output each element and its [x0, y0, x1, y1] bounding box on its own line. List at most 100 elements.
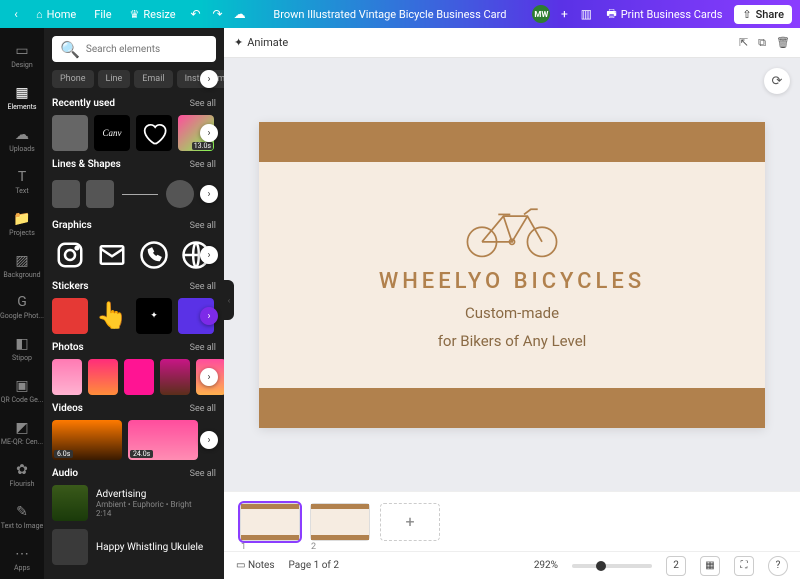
- chip-phone[interactable]: Phone: [52, 70, 94, 88]
- graphics-scroll-right[interactable]: ›: [200, 246, 218, 264]
- recent-thumb[interactable]: Canv: [94, 115, 130, 151]
- text-icon: T: [18, 169, 26, 185]
- graphic-instagram[interactable]: [52, 237, 88, 273]
- section-videos-title: Videos: [52, 403, 83, 414]
- export-icon[interactable]: ⇱: [739, 36, 748, 50]
- recent-thumb[interactable]: [136, 115, 172, 151]
- notes-button[interactable]: ▭ Notes: [236, 560, 275, 571]
- top-bar: ‹ ⌂Home File Resize ↶ ↷ ☁ Brown Illustra…: [0, 0, 800, 28]
- print-button[interactable]: 🖶Print Business Cards: [600, 2, 728, 27]
- section-videos-seeall[interactable]: See all: [190, 404, 216, 414]
- animate-button[interactable]: ✦Animate: [234, 36, 288, 49]
- home-button[interactable]: ⌂Home: [30, 5, 82, 24]
- recent-scroll-right[interactable]: ›: [200, 124, 218, 142]
- business-card[interactable]: WHEELYO BICYCLES Custom-made for Bikers …: [259, 122, 765, 428]
- page-count-button[interactable]: 2: [666, 556, 686, 576]
- tti-icon: ✎: [16, 504, 28, 520]
- chip-scroll-right[interactable]: ›: [200, 70, 218, 88]
- canvas-stage[interactable]: ⟳ WHEELYO BICYCLES Custom-made for Biker…: [224, 58, 800, 491]
- section-graphics-title: Graphics: [52, 220, 92, 231]
- share-button[interactable]: ⇧Share: [734, 5, 792, 24]
- chevron-left-icon[interactable]: ‹: [8, 6, 24, 22]
- section-stickers-seeall[interactable]: See all: [190, 282, 216, 292]
- regenerate-button[interactable]: ⟳: [764, 68, 790, 94]
- stickers-scroll-right[interactable]: ›: [200, 307, 218, 325]
- nav-uploads[interactable]: ☁Uploads: [0, 120, 44, 160]
- nav-design[interactable]: ▭Design: [0, 36, 44, 76]
- avatar[interactable]: MW: [532, 5, 550, 23]
- photo-thumb[interactable]: [160, 359, 190, 395]
- photo-thumb[interactable]: [52, 359, 82, 395]
- document-title[interactable]: Brown Illustrated Vintage Bicycle Busine…: [248, 8, 533, 21]
- section-photos-seeall[interactable]: See all: [190, 343, 216, 353]
- page-thumb-2[interactable]: 2: [310, 503, 370, 541]
- nav-elements[interactable]: ▦ Elements: [0, 78, 44, 118]
- nav-label: Google Phot...: [0, 312, 44, 320]
- resize-button[interactable]: Resize: [124, 5, 182, 24]
- sticker-sparkle[interactable]: ✦: [136, 298, 172, 334]
- search-input[interactable]: [86, 44, 219, 55]
- help-button[interactable]: ?: [768, 556, 788, 576]
- graphic-email[interactable]: [94, 237, 130, 273]
- lines-scroll-right[interactable]: ›: [200, 185, 218, 203]
- audio-duration: 2:14: [96, 509, 192, 518]
- nav-label: Elements: [7, 103, 36, 111]
- add-page-button[interactable]: +: [380, 503, 440, 541]
- graphic-phone[interactable]: [136, 237, 172, 273]
- nav-apps[interactable]: ⋯Apps: [0, 539, 44, 579]
- audio-track[interactable]: AdvertisingAmbient • Euphoric • Bright2:…: [52, 485, 216, 521]
- grid-view-button[interactable]: ▦: [700, 556, 720, 576]
- zoom-slider-handle[interactable]: [596, 561, 606, 571]
- sticker-thumb[interactable]: [52, 298, 88, 334]
- redo-icon[interactable]: ↷: [210, 6, 226, 22]
- video-thumb[interactable]: 6.0s: [52, 420, 122, 460]
- section-lines-seeall[interactable]: See all: [190, 160, 216, 170]
- sticker-pointer[interactable]: 👆: [94, 298, 130, 334]
- photo-thumb[interactable]: [88, 359, 118, 395]
- video-thumb[interactable]: 24.0s: [128, 420, 198, 460]
- page-info: Page 1 of 2: [289, 560, 339, 571]
- chip-line[interactable]: Line: [98, 70, 131, 88]
- nav-me-qr[interactable]: ◩ME-QR: Cen...: [0, 413, 44, 453]
- google-photos-icon: G: [17, 294, 27, 310]
- nav-google-photos[interactable]: G Google Phot...: [0, 288, 44, 328]
- shape-line[interactable]: [120, 176, 160, 212]
- uploads-icon: ☁: [15, 127, 29, 143]
- elements-icon: ▦: [15, 85, 28, 101]
- insights-icon[interactable]: ▥: [578, 6, 594, 22]
- audio-track[interactable]: Happy Whistling Ukulele: [52, 529, 216, 565]
- zoom-slider[interactable]: [572, 564, 652, 568]
- nav-projects[interactable]: 📁Projects: [0, 204, 44, 244]
- page-thumb-1[interactable]: 1: [240, 503, 300, 541]
- nav-text-to-image[interactable]: ✎Text to Image: [0, 497, 44, 537]
- photo-thumb[interactable]: [124, 359, 154, 395]
- shape-rounded[interactable]: [86, 180, 114, 208]
- fullscreen-button[interactable]: ⛶: [734, 556, 754, 576]
- zoom-value[interactable]: 292%: [534, 560, 558, 571]
- section-recent-seeall[interactable]: See all: [190, 99, 216, 109]
- duplicate-page-icon[interactable]: ⧉: [758, 36, 766, 50]
- search-box[interactable]: 🔍: [52, 36, 216, 62]
- section-recent-title: Recently used: [52, 98, 115, 109]
- tagline-2: for Bikers of Any Level: [438, 332, 587, 350]
- shape-circle[interactable]: [166, 180, 194, 208]
- file-button[interactable]: File: [88, 5, 117, 24]
- undo-icon[interactable]: ↶: [188, 6, 204, 22]
- chip-email[interactable]: Email: [134, 70, 172, 88]
- delete-page-icon[interactable]: 🗑: [776, 36, 790, 50]
- add-collaborator-icon[interactable]: +: [556, 6, 572, 22]
- shape-square[interactable]: [52, 180, 80, 208]
- recent-thumb[interactable]: [52, 115, 88, 151]
- panel-collapse-handle[interactable]: ‹: [224, 280, 234, 320]
- nav-background[interactable]: ▨Background: [0, 246, 44, 286]
- section-audio-seeall[interactable]: See all: [190, 469, 216, 479]
- section-graphics-seeall[interactable]: See all: [190, 221, 216, 231]
- nav-stipop[interactable]: ◧Stipop: [0, 329, 44, 369]
- nav-flourish[interactable]: ✿Flourish: [0, 455, 44, 495]
- nav-text[interactable]: TText: [0, 162, 44, 202]
- nav-label: Stipop: [12, 354, 32, 362]
- videos-scroll-right[interactable]: ›: [200, 431, 218, 449]
- qr-icon: ▣: [15, 378, 28, 394]
- nav-qr-code[interactable]: ▣QR Code Ge...: [0, 371, 44, 411]
- photos-scroll-right[interactable]: ›: [200, 368, 218, 386]
